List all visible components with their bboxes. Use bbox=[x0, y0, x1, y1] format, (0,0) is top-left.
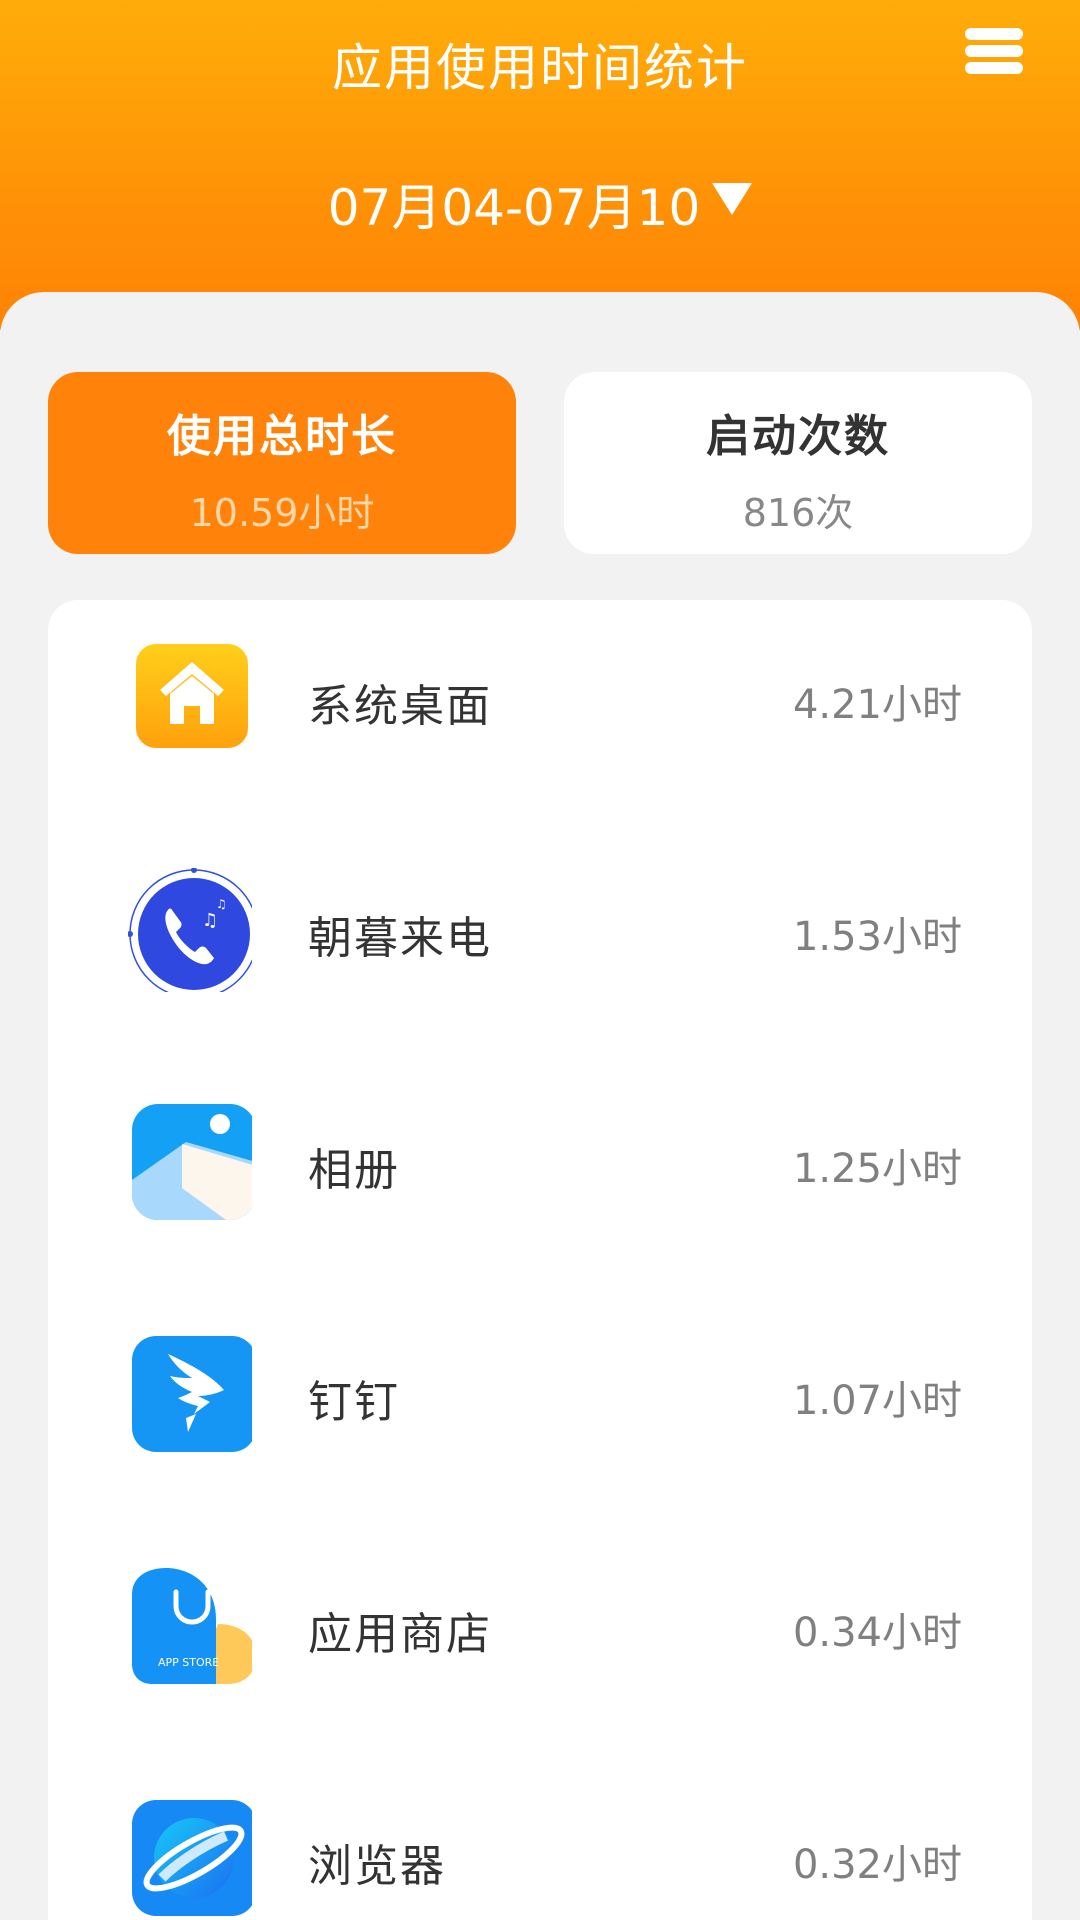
app-usage-time: 1.25小时 bbox=[792, 1146, 962, 1192]
tab-value: 10.59小时 bbox=[189, 491, 375, 535]
tab-total-duration[interactable]: 使用总时长 10.59小时 bbox=[48, 372, 516, 554]
app-name: 钉钉 bbox=[308, 1377, 400, 1428]
app-name: 浏览器 bbox=[308, 1841, 446, 1892]
app-usage-list: 系统桌面 4.21小时 ♫ ♫ 朝暮来电 1.53小时 相册 1.25小时 钉钉… bbox=[48, 600, 1032, 1920]
menu-line bbox=[965, 28, 1023, 40]
app-store-icon-text: APP STORE bbox=[158, 1656, 219, 1669]
page-title: 应用使用时间统计 bbox=[332, 39, 748, 97]
app-usage-time: 4.21小时 bbox=[792, 682, 962, 728]
list-item[interactable]: 相册 1.25小时 bbox=[48, 1064, 1032, 1264]
header-bar: 应用使用时间统计 07月04-07月10 bbox=[0, 0, 1080, 330]
app-usage-time: 0.34小时 bbox=[792, 1610, 962, 1656]
app-usage-time: 1.53小时 bbox=[792, 914, 962, 960]
date-range-label: 07月04-07月10 bbox=[327, 179, 701, 237]
phone-music-icon: ♫ ♫ bbox=[128, 868, 252, 992]
menu-icon[interactable] bbox=[962, 26, 1026, 76]
svg-text:♫: ♫ bbox=[216, 897, 227, 911]
tab-label: 使用总时长 bbox=[167, 411, 397, 462]
dingtalk-icon bbox=[128, 1332, 252, 1456]
app-name: 朝暮来电 bbox=[308, 913, 492, 964]
app-name: 相册 bbox=[308, 1145, 400, 1196]
caret-down-icon bbox=[712, 183, 753, 215]
tab-label: 启动次数 bbox=[706, 411, 890, 462]
list-item[interactable]: 系统桌面 4.21小时 bbox=[48, 600, 1032, 800]
tab-value: 816次 bbox=[742, 491, 854, 535]
list-item[interactable]: 浏览器 0.32小时 bbox=[48, 1760, 1032, 1920]
app-usage-time: 0.32小时 bbox=[792, 1842, 962, 1888]
browser-icon bbox=[128, 1796, 252, 1920]
gallery-icon bbox=[128, 1100, 252, 1224]
list-item[interactable]: APP STORE 应用商店 0.34小时 bbox=[48, 1528, 1032, 1728]
list-item[interactable]: ♫ ♫ 朝暮来电 1.53小时 bbox=[48, 832, 1032, 1032]
app-store-icon: APP STORE bbox=[128, 1564, 252, 1688]
tab-launch-count[interactable]: 启动次数 816次 bbox=[564, 372, 1032, 554]
app-name: 系统桌面 bbox=[308, 681, 492, 732]
home-icon bbox=[128, 636, 252, 760]
app-name: 应用商店 bbox=[308, 1609, 492, 1660]
menu-line bbox=[965, 45, 1023, 57]
app-usage-time: 1.07小时 bbox=[792, 1378, 962, 1424]
usage-stats-screen: 应用使用时间统计 07月04-07月10 使用总时长 10.59小时 启动次数 … bbox=[0, 0, 1080, 1920]
svg-text:♫: ♫ bbox=[202, 910, 218, 931]
list-item[interactable]: 钉钉 1.07小时 bbox=[48, 1296, 1032, 1496]
date-range-selector[interactable]: 07月04-07月10 bbox=[0, 168, 1080, 240]
menu-line bbox=[965, 62, 1023, 74]
